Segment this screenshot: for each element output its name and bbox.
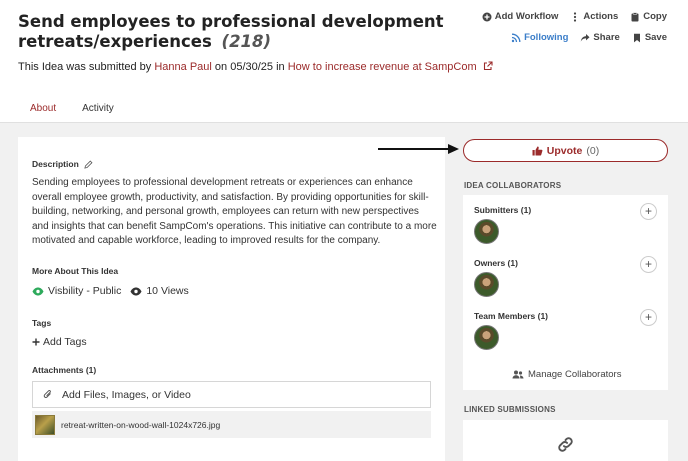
page-header: Send employees to professional developme… [0,0,688,124]
file-name: retreat-written-on-wood-wall-1024x726.jp… [61,419,221,430]
team-members-label: Team Members (1) [474,311,549,321]
eye-icon [32,287,44,295]
share-icon [581,33,590,42]
owner-avatar[interactable] [474,272,499,297]
tab-bar: About Activity [18,100,126,124]
description-text: Sending employees to professional develo… [32,177,437,246]
idea-number: (218) [221,32,272,51]
bookmark-icon [633,33,640,42]
idea-meta: Visbility - Public 10 Views [32,285,189,297]
plus-icon [32,338,40,346]
add-team-member-button[interactable]: + [640,309,657,326]
eye-icon [130,287,142,295]
collaborators-heading: IDEA COLLABORATORS [464,181,562,190]
upvote-button[interactable]: Upvote (0) [463,139,668,162]
vertical-dots-icon [574,11,577,22]
submission-info: This Idea was submitted by Hanna Paul on… [18,61,493,73]
submitters-label: Submitters (1) [474,205,532,215]
visibility-status: Visbility - Public [32,285,121,297]
link-icon[interactable] [557,436,574,453]
owners-label: Owners (1) [474,258,518,268]
paperclip-icon [43,389,51,398]
rss-icon [511,33,521,42]
add-tags-button[interactable]: Add Tags [32,336,87,348]
save-button[interactable]: Save [632,32,667,43]
manage-collaborators-button[interactable]: Manage Collaborators [512,369,621,380]
actions-menu-button[interactable]: Actions [570,11,618,22]
thumbs-up-icon [532,146,543,155]
pointer-arrow [378,144,459,154]
page-title: Send employees to professional developme… [18,12,458,52]
submitter-avatar[interactable] [474,219,499,244]
file-thumbnail [35,414,55,435]
plus-circle-icon [482,12,492,21]
tab-activity[interactable]: Activity [70,100,126,124]
pencil-icon[interactable] [84,160,93,169]
clipboard-icon [631,11,639,21]
add-submitter-button[interactable]: + [640,203,657,220]
following-button[interactable]: Following [511,32,568,43]
campaign-link[interactable]: How to increase revenue at SampCom [288,61,477,73]
users-icon [512,370,524,379]
linked-submissions-heading: LINKED SUBMISSIONS [464,405,556,414]
share-button[interactable]: Share [580,32,620,43]
add-files-button[interactable]: Add Files, Images, or Video [32,381,431,408]
secondary-actions: Following Share Save [511,32,667,43]
tab-about[interactable]: About [18,100,69,124]
team-member-avatar[interactable] [474,325,499,350]
tags-label: Tags [32,318,52,328]
description-label: Description [32,159,93,169]
copy-button[interactable]: Copy [630,11,667,22]
top-actions: Add Workflow Actions Copy [482,11,667,22]
author-link[interactable]: Hanna Paul [154,61,212,73]
more-about-label: More About This Idea [32,266,119,276]
views-count: 10 Views [130,285,189,297]
add-owner-button[interactable]: + [640,256,657,273]
add-workflow-button[interactable]: Add Workflow [482,11,558,22]
attachments-label: Attachments (1) [32,365,97,375]
attachment-item[interactable]: retreat-written-on-wood-wall-1024x726.jp… [32,411,431,438]
external-link-icon[interactable] [483,61,493,71]
